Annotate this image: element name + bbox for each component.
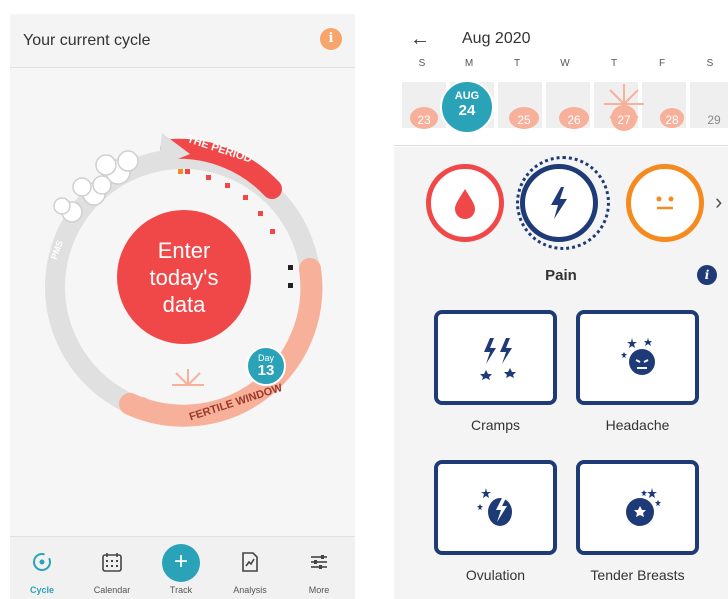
option-cramps[interactable] <box>434 310 557 405</box>
blood-drop-icon <box>455 189 475 219</box>
info-icon[interactable]: i <box>697 265 717 285</box>
section-title: Pain <box>545 267 577 284</box>
day-number[interactable]: 27 <box>609 113 639 127</box>
pms-clouds-icon <box>53 150 139 223</box>
note-markers <box>288 265 293 288</box>
info-icon[interactable]: i <box>320 28 342 50</box>
nav-calendar-label: Calendar <box>93 585 131 595</box>
page-title: Your current cycle <box>23 32 151 49</box>
headache-icon <box>621 338 655 375</box>
option-ovulation[interactable] <box>434 460 557 555</box>
enter-line3: data <box>162 291 206 317</box>
selected-month: AUG <box>454 90 480 102</box>
cycle-screen: Your current cycle i THE PERIOD PMS FERT… <box>10 14 355 599</box>
ovulation-burst-icon <box>172 369 204 386</box>
day-number[interactable]: 23 <box>409 113 439 127</box>
nav-analysis[interactable]: Analysis <box>220 537 280 599</box>
cycle-header: Your current cycle i <box>10 14 355 68</box>
enter-data-button[interactable]: Enter today's data <box>117 210 251 344</box>
plus-icon: + <box>162 544 200 582</box>
track-screen: ← Aug 2020 S M T W T F S 23 25 26 27 28 … <box>394 14 728 599</box>
option-tender-breasts-label: Tender Breasts <box>590 567 685 583</box>
enter-line2: today's <box>149 264 219 290</box>
day-badge-value: 13 <box>257 362 275 379</box>
chevron-right-icon[interactable]: › <box>715 189 722 215</box>
selected-day-number: 24 <box>458 102 476 119</box>
day-badge: Day 13 <box>246 346 286 386</box>
option-ovulation-label: Ovulation <box>465 567 526 583</box>
day-number[interactable]: 25 <box>509 113 539 127</box>
smiley-face-icon <box>656 196 674 210</box>
category-mood[interactable] <box>626 164 704 242</box>
calendar-icon <box>102 553 122 572</box>
cycle-icon <box>33 553 51 571</box>
day-number[interactable]: 28 <box>657 113 687 127</box>
nav-track-label: Track <box>169 585 193 595</box>
nav-track[interactable]: + Track <box>151 537 211 599</box>
nav-calendar[interactable]: Calendar <box>82 537 142 599</box>
option-headache-label: Headache <box>605 417 670 433</box>
nav-more[interactable]: More <box>289 537 349 599</box>
ovulation-icon <box>477 488 512 526</box>
track-content: › Pain i Cramps Headache Ovulation Tende… <box>394 147 728 599</box>
enter-line1: Enter <box>157 237 211 263</box>
nav-cycle-label: Cycle <box>29 585 55 595</box>
day-number[interactable]: 26 <box>559 113 589 127</box>
day-number[interactable]: 29 <box>699 113 728 127</box>
lightning-bolt-icon <box>551 187 567 219</box>
option-tender-breasts[interactable] <box>576 460 699 555</box>
selected-day[interactable]: AUG 24 <box>440 80 494 134</box>
cramps-icon <box>480 338 516 380</box>
bottom-nav: Cycle Calendar + Track Analysis More <box>10 536 355 599</box>
nav-cycle[interactable]: Cycle <box>12 537 72 599</box>
category-bleeding[interactable] <box>426 164 504 242</box>
fertile-label: FERTILE WINDOW <box>188 382 285 424</box>
option-headache[interactable] <box>576 310 699 405</box>
nav-more-label: More <box>308 585 330 595</box>
analysis-icon <box>242 552 258 572</box>
nav-analysis-label: Analysis <box>233 585 267 595</box>
sliders-icon <box>311 555 327 569</box>
tender-breasts-icon <box>626 488 661 526</box>
category-pain[interactable] <box>520 164 598 242</box>
option-cramps-label: Cramps <box>470 417 520 433</box>
calendar-header: ← Aug 2020 S M T W T F S 23 25 26 27 28 … <box>394 14 728 146</box>
